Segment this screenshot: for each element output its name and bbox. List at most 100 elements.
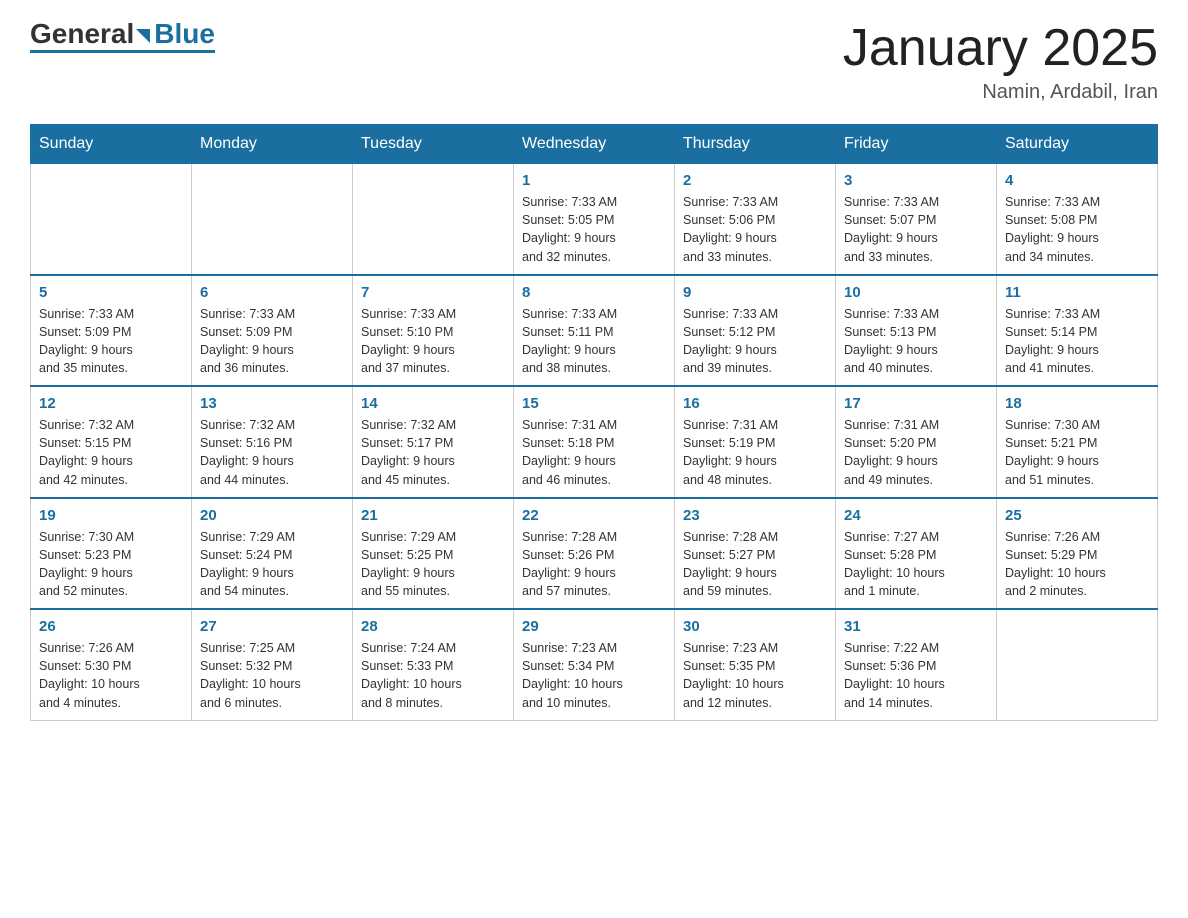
day-info: Sunrise: 7:33 AM Sunset: 5:05 PM Dayligh… xyxy=(522,193,666,266)
table-row: 5 Sunrise: 7:33 AM Sunset: 5:09 PM Daylig… xyxy=(31,275,192,387)
day-info: Sunrise: 7:33 AM Sunset: 5:11 PM Dayligh… xyxy=(522,305,666,378)
col-sunday: Sunday xyxy=(31,125,192,164)
table-row: 12 Sunrise: 7:32 AM Sunset: 5:15 PM Dayli… xyxy=(31,386,192,498)
day-number: 1 xyxy=(522,172,666,189)
day-info: Sunrise: 7:31 AM Sunset: 5:18 PM Dayligh… xyxy=(522,416,666,489)
day-info: Sunrise: 7:30 AM Sunset: 5:23 PM Dayligh… xyxy=(39,528,183,601)
day-number: 17 xyxy=(844,395,988,412)
day-number: 24 xyxy=(844,507,988,524)
col-saturday: Saturday xyxy=(997,125,1158,164)
day-number: 26 xyxy=(39,618,183,635)
day-number: 4 xyxy=(1005,172,1149,189)
day-number: 11 xyxy=(1005,284,1149,301)
day-info: Sunrise: 7:32 AM Sunset: 5:15 PM Dayligh… xyxy=(39,416,183,489)
col-monday: Monday xyxy=(192,125,353,164)
calendar-week-row: 1 Sunrise: 7:33 AM Sunset: 5:05 PM Daylig… xyxy=(31,164,1158,275)
page-title: January 2025 xyxy=(843,20,1158,77)
table-row: 25 Sunrise: 7:26 AM Sunset: 5:29 PM Dayli… xyxy=(997,498,1158,610)
table-row: 26 Sunrise: 7:26 AM Sunset: 5:30 PM Dayli… xyxy=(31,609,192,720)
day-number: 28 xyxy=(361,618,505,635)
table-row: 3Sunrise: 7:33 AM Sunset: 5:07 PM Daylig… xyxy=(836,164,997,275)
day-number: 10 xyxy=(844,284,988,301)
logo-general-text: General xyxy=(30,20,134,48)
logo-underline xyxy=(30,50,215,53)
day-info: Sunrise: 7:33 AM Sunset: 5:13 PM Dayligh… xyxy=(844,305,988,378)
day-info: Sunrise: 7:32 AM Sunset: 5:16 PM Dayligh… xyxy=(200,416,344,489)
day-number: 14 xyxy=(361,395,505,412)
day-number: 15 xyxy=(522,395,666,412)
day-number: 8 xyxy=(522,284,666,301)
day-number: 7 xyxy=(361,284,505,301)
col-friday: Friday xyxy=(836,125,997,164)
table-row: 10 Sunrise: 7:33 AM Sunset: 5:13 PM Dayli… xyxy=(836,275,997,387)
day-info: Sunrise: 7:25 AM Sunset: 5:32 PM Dayligh… xyxy=(200,639,344,712)
day-number: 22 xyxy=(522,507,666,524)
day-number: 27 xyxy=(200,618,344,635)
day-info: Sunrise: 7:28 AM Sunset: 5:26 PM Dayligh… xyxy=(522,528,666,601)
table-row xyxy=(353,164,514,275)
day-info: Sunrise: 7:33 AM Sunset: 5:07 PM Dayligh… xyxy=(844,193,988,266)
logo-blue-text: Blue xyxy=(154,20,215,48)
table-row xyxy=(997,609,1158,720)
day-number: 18 xyxy=(1005,395,1149,412)
day-info: Sunrise: 7:31 AM Sunset: 5:19 PM Dayligh… xyxy=(683,416,827,489)
day-number: 9 xyxy=(683,284,827,301)
day-info: Sunrise: 7:31 AM Sunset: 5:20 PM Dayligh… xyxy=(844,416,988,489)
table-row: 21 Sunrise: 7:29 AM Sunset: 5:25 PM Dayli… xyxy=(353,498,514,610)
day-info: Sunrise: 7:33 AM Sunset: 5:06 PM Dayligh… xyxy=(683,193,827,266)
calendar-week-row: 26 Sunrise: 7:26 AM Sunset: 5:30 PM Dayli… xyxy=(31,609,1158,720)
day-info: Sunrise: 7:29 AM Sunset: 5:25 PM Dayligh… xyxy=(361,528,505,601)
table-row: 17 Sunrise: 7:31 AM Sunset: 5:20 PM Dayli… xyxy=(836,386,997,498)
page-subtitle: Namin, Ardabil, Iran xyxy=(843,81,1158,104)
day-number: 30 xyxy=(683,618,827,635)
day-number: 20 xyxy=(200,507,344,524)
day-info: Sunrise: 7:27 AM Sunset: 5:28 PM Dayligh… xyxy=(844,528,988,601)
table-row: 28Sunrise: 7:24 AM Sunset: 5:33 PM Dayli… xyxy=(353,609,514,720)
table-row: 14 Sunrise: 7:32 AM Sunset: 5:17 PM Dayli… xyxy=(353,386,514,498)
table-row: 8 Sunrise: 7:33 AM Sunset: 5:11 PM Daylig… xyxy=(514,275,675,387)
day-number: 12 xyxy=(39,395,183,412)
table-row: 7Sunrise: 7:33 AM Sunset: 5:10 PM Daylig… xyxy=(353,275,514,387)
day-info: Sunrise: 7:23 AM Sunset: 5:34 PM Dayligh… xyxy=(522,639,666,712)
logo-triangle-icon xyxy=(136,29,150,43)
table-row: 13Sunrise: 7:32 AM Sunset: 5:16 PM Dayli… xyxy=(192,386,353,498)
title-section: January 2025 Namin, Ardabil, Iran xyxy=(843,20,1158,104)
calendar-week-row: 12 Sunrise: 7:32 AM Sunset: 5:15 PM Dayli… xyxy=(31,386,1158,498)
table-row: 27 Sunrise: 7:25 AM Sunset: 5:32 PM Dayli… xyxy=(192,609,353,720)
table-row: 15 Sunrise: 7:31 AM Sunset: 5:18 PM Dayli… xyxy=(514,386,675,498)
day-number: 6 xyxy=(200,284,344,301)
table-row: 4 Sunrise: 7:33 AM Sunset: 5:08 PM Daylig… xyxy=(997,164,1158,275)
day-info: Sunrise: 7:32 AM Sunset: 5:17 PM Dayligh… xyxy=(361,416,505,489)
table-row xyxy=(31,164,192,275)
day-number: 21 xyxy=(361,507,505,524)
day-number: 2 xyxy=(683,172,827,189)
day-info: Sunrise: 7:29 AM Sunset: 5:24 PM Dayligh… xyxy=(200,528,344,601)
col-wednesday: Wednesday xyxy=(514,125,675,164)
day-info: Sunrise: 7:26 AM Sunset: 5:29 PM Dayligh… xyxy=(1005,528,1149,601)
calendar-table: Sunday Monday Tuesday Wednesday Thursday… xyxy=(30,124,1158,721)
table-row xyxy=(192,164,353,275)
table-row: 1 Sunrise: 7:33 AM Sunset: 5:05 PM Daylig… xyxy=(514,164,675,275)
day-info: Sunrise: 7:33 AM Sunset: 5:09 PM Dayligh… xyxy=(200,305,344,378)
table-row: 16Sunrise: 7:31 AM Sunset: 5:19 PM Dayli… xyxy=(675,386,836,498)
day-number: 31 xyxy=(844,618,988,635)
logo: General Blue xyxy=(30,20,215,53)
col-tuesday: Tuesday xyxy=(353,125,514,164)
day-info: Sunrise: 7:26 AM Sunset: 5:30 PM Dayligh… xyxy=(39,639,183,712)
table-row: 22 Sunrise: 7:28 AM Sunset: 5:26 PM Dayli… xyxy=(514,498,675,610)
calendar-week-row: 5 Sunrise: 7:33 AM Sunset: 5:09 PM Daylig… xyxy=(31,275,1158,387)
day-info: Sunrise: 7:33 AM Sunset: 5:12 PM Dayligh… xyxy=(683,305,827,378)
table-row: 20 Sunrise: 7:29 AM Sunset: 5:24 PM Dayli… xyxy=(192,498,353,610)
day-info: Sunrise: 7:23 AM Sunset: 5:35 PM Dayligh… xyxy=(683,639,827,712)
day-info: Sunrise: 7:22 AM Sunset: 5:36 PM Dayligh… xyxy=(844,639,988,712)
table-row: 6 Sunrise: 7:33 AM Sunset: 5:09 PM Daylig… xyxy=(192,275,353,387)
page-header: General Blue January 2025 Namin, Ardabil… xyxy=(30,20,1158,104)
day-number: 5 xyxy=(39,284,183,301)
col-thursday: Thursday xyxy=(675,125,836,164)
day-number: 19 xyxy=(39,507,183,524)
calendar-week-row: 19 Sunrise: 7:30 AM Sunset: 5:23 PM Dayli… xyxy=(31,498,1158,610)
day-info: Sunrise: 7:33 AM Sunset: 5:09 PM Dayligh… xyxy=(39,305,183,378)
day-info: Sunrise: 7:33 AM Sunset: 5:08 PM Dayligh… xyxy=(1005,193,1149,266)
day-number: 23 xyxy=(683,507,827,524)
day-number: 25 xyxy=(1005,507,1149,524)
